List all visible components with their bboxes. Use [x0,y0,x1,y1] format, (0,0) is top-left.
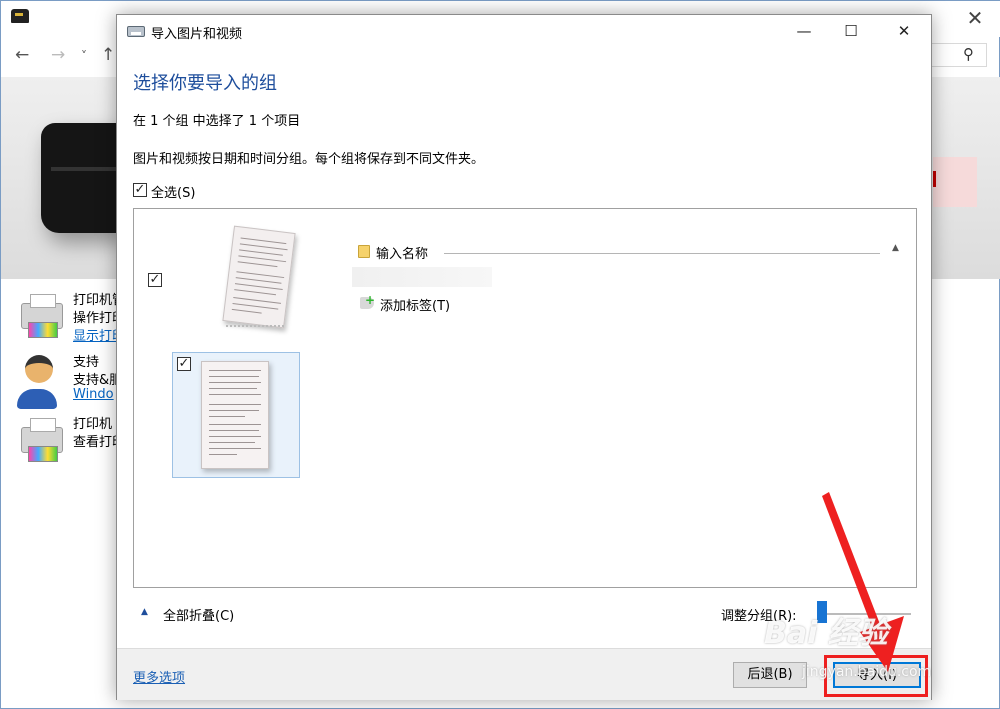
document-page-icon [222,225,296,329]
back-arrow-icon[interactable]: ← [15,45,29,65]
printer-photo [41,123,121,233]
close-button[interactable]: ✕ [881,15,927,47]
up-arrow-icon[interactable]: ↑ [101,45,115,65]
more-options-link[interactable]: 更多选项 [133,667,185,686]
forward-arrow-icon[interactable]: → [51,45,65,65]
import-dialog: 导入图片和视频 — ☐ ✕ 选择你要导入的组 在 1 个组 中选择了 1 个项目… [116,14,932,700]
selection-summary: 在 1 个组 中选择了 1 个项目 [133,114,301,129]
back-button[interactable]: 后退(B) [733,662,807,688]
collapse-group-icon[interactable]: ▲ [892,243,899,253]
support-person-icon [15,355,63,409]
select-all-label: 全选(S) [151,186,196,201]
checkmark-icon[interactable]: ✓ [133,183,147,197]
search-icon[interactable]: ⚲ [963,45,974,63]
bg-item-printer-manage[interactable]: 打印机管 操作打印 显示打印 [15,285,125,349]
scanner-icon [127,26,145,37]
folder-icon [358,245,370,258]
collapse-caret-icon: ▲ [141,607,148,617]
background-close-icon[interactable]: ✕ [961,5,989,33]
import-highlight-box [824,655,928,697]
item-tile[interactable]: ✓ [172,352,300,478]
dialog-heading: 选择你要导入的组 [133,73,277,94]
group-thumbnail[interactable] [222,225,296,333]
collapse-all-label: 全部折叠(C) [163,609,235,624]
printer-app-icon [11,9,29,23]
printer-icon [15,293,63,338]
add-tag-icon [360,293,375,309]
grouping-slider-track[interactable] [821,613,911,615]
adjust-grouping-label: 调整分组(R): [721,609,797,624]
dialog-title: 导入图片和视频 [151,27,243,42]
group-divider [444,253,880,254]
minimize-button[interactable]: — [781,15,827,47]
group-date-text [352,267,492,287]
group-checkbox[interactable]: ✓ [148,273,162,287]
dialog-footer: 更多选项 后退(B) 导入(I) [117,648,931,700]
group-header: 输入名称 ▲ [358,243,908,263]
group-name-input[interactable]: 输入名称 [376,243,428,262]
grouping-slider-thumb[interactable] [817,601,827,623]
group-list: ✓ ✓ 输入名称 ▲ + 添加标签(T) [133,208,917,588]
history-dropdown-icon[interactable]: ˅ [81,49,87,63]
dialog-titlebar: 导入图片和视频 — ☐ ✕ [117,15,931,47]
document-page-icon [201,361,269,469]
item-checkbox[interactable]: ✓ [177,357,191,371]
bg-item-printer-queue[interactable]: 打印机 查看打印 [15,409,125,473]
add-tag-label: 添加标签(T) [380,299,451,314]
grouping-description: 图片和视频按日期和时间分组。每个组将保存到不同文件夹。 [133,152,485,167]
background-search-input[interactable] [931,43,987,67]
bg-item-support[interactable]: 支持 支持&服 Windo [15,347,125,411]
maximize-button[interactable]: ☐ [828,15,874,47]
printer-queue-icon [15,417,63,462]
banner-accent [933,157,977,207]
thumbnail-divider [226,325,284,329]
